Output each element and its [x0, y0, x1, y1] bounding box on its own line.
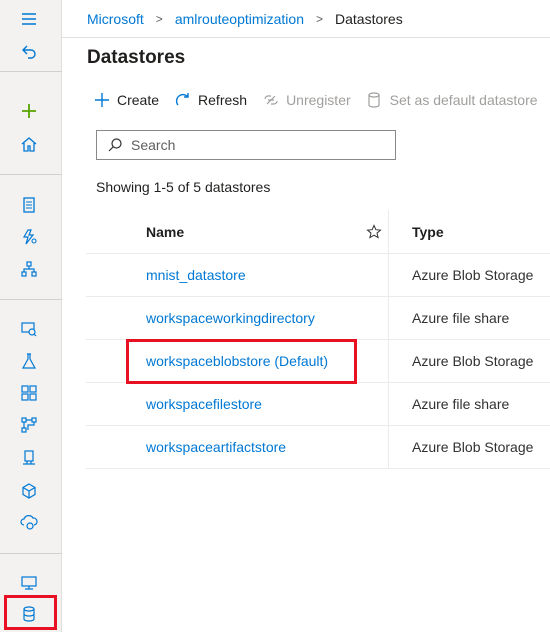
left-nav-sidebar [0, 0, 62, 632]
table-row[interactable]: workspaceworkingdirectory Azure file sha… [86, 297, 550, 340]
unregister-label: Unregister [286, 92, 351, 108]
column-divider [388, 297, 389, 339]
page-title: Datastores [87, 47, 186, 68]
toolbar: Create Refresh Unregister Set as default… [93, 88, 550, 112]
table-row[interactable]: workspaceartifactstore Azure Blob Storag… [86, 426, 550, 469]
datastore-type: Azure Blob Storage [412, 267, 534, 283]
table-row[interactable]: mnist_datastore Azure Blob Storage [86, 254, 550, 297]
pipelines-icon[interactable] [16, 380, 42, 406]
notebook-icon[interactable] [16, 192, 42, 218]
set-default-label: Set as default datastore [389, 92, 538, 108]
models-icon[interactable] [16, 412, 42, 438]
environments-icon[interactable] [16, 509, 42, 535]
create-button[interactable]: Create [93, 91, 159, 109]
refresh-button[interactable]: Refresh [174, 91, 247, 109]
datastore-type: Azure file share [412, 310, 510, 326]
datastore-name-link[interactable]: mnist_datastore [146, 267, 246, 283]
column-divider [388, 340, 389, 382]
refresh-icon [175, 93, 189, 106]
unlink-icon [264, 95, 278, 105]
search-input[interactable] [131, 137, 381, 153]
datastores-highlight-box [4, 595, 57, 630]
plus-icon[interactable] [16, 98, 42, 124]
designer-icon[interactable] [16, 256, 42, 282]
datastore-name-link[interactable]: workspaceworkingdirectory [146, 310, 315, 326]
column-divider [388, 383, 389, 425]
datastore-name-link[interactable]: workspaceartifactstore [146, 439, 286, 455]
database-icon [368, 92, 380, 108]
chevron-right-icon: > [315, 11, 323, 26]
column-divider [388, 426, 389, 468]
datastore-type: Azure file share [412, 396, 510, 412]
table-row[interactable]: workspacefilestore Azure file share [86, 383, 550, 426]
automl-icon[interactable] [16, 224, 42, 250]
breadcrumb-microsoft[interactable]: Microsoft [87, 11, 144, 27]
default-datastore-highlight-box [126, 339, 357, 384]
datastore-name-link[interactable]: workspacefilestore [146, 396, 262, 412]
results-count: Showing 1-5 of 5 datastores [96, 179, 271, 195]
set-default-datastore-button[interactable]: Set as default datastore [366, 91, 538, 109]
back-icon[interactable] [16, 38, 42, 64]
datastore-type: Azure Blob Storage [412, 353, 534, 369]
plus-icon [95, 93, 109, 107]
datasets-icon[interactable] [16, 316, 42, 342]
compute-icon[interactable] [16, 478, 42, 504]
hamburger-icon[interactable] [16, 6, 42, 32]
chevron-right-icon: > [155, 11, 163, 26]
table-header: Name Type [86, 210, 550, 254]
column-header-name[interactable]: Name [146, 224, 184, 240]
column-divider [388, 254, 389, 296]
breadcrumb: Microsoft > amlrouteoptimization > Datas… [62, 0, 550, 38]
endpoints-icon[interactable] [16, 445, 42, 471]
search-box[interactable] [96, 130, 396, 160]
column-header-type[interactable]: Type [412, 224, 444, 240]
home-icon[interactable] [16, 131, 42, 157]
unregister-button[interactable]: Unregister [262, 91, 351, 109]
create-label: Create [117, 92, 160, 108]
column-divider [388, 210, 389, 253]
experiments-icon[interactable] [16, 348, 42, 374]
refresh-label: Refresh [198, 92, 248, 108]
datastore-type: Azure Blob Storage [412, 439, 534, 455]
compute-target-icon[interactable] [16, 570, 42, 596]
search-icon [108, 138, 122, 152]
star-icon[interactable] [366, 223, 382, 240]
breadcrumb-current: Datastores [335, 10, 403, 27]
breadcrumb-workspace[interactable]: amlrouteoptimization [175, 11, 304, 27]
